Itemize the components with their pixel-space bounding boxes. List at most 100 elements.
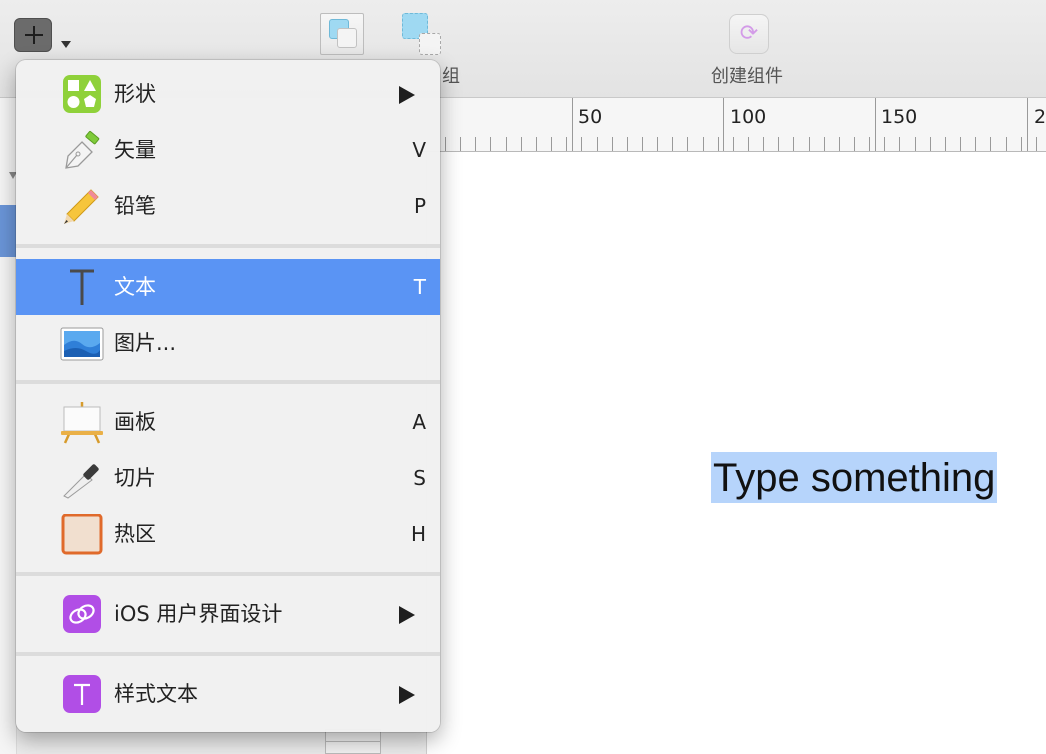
ruler-minor-tick: [597, 137, 598, 151]
ruler-minor-tick: [884, 137, 885, 151]
menu-item-image[interactable]: 图片...: [16, 315, 440, 371]
ruler-minor-tick: [960, 137, 961, 151]
menu-item-ios-ui[interactable]: iOS 用户界面设计: [16, 586, 440, 642]
ungroup-icon[interactable]: [399, 13, 443, 55]
ruler-major-tick: [875, 98, 876, 151]
ruler-minor-tick: [1021, 137, 1022, 151]
menu-separator: [16, 380, 440, 384]
shortcut-key: V: [412, 138, 426, 162]
menu-item-text-styles[interactable]: 样式文本: [16, 666, 440, 722]
ruler-label: 100: [730, 106, 767, 128]
insert-button[interactable]: [14, 18, 52, 52]
menu-item-hotspot[interactable]: 热区 H: [16, 506, 440, 562]
create-component-icon[interactable]: ⟳: [729, 14, 769, 54]
ruler-minor-tick: [778, 137, 779, 151]
shortcut-key: S: [413, 466, 426, 490]
ruler-label: 50: [578, 106, 603, 128]
ruler-minor-tick: [793, 137, 794, 151]
ruler-minor-tick: [748, 137, 749, 151]
ruler-minor-tick: [612, 137, 613, 151]
menu-item-text[interactable]: 文本 T: [16, 259, 440, 315]
ruler-minor-tick: [1006, 137, 1007, 151]
shortcut-key: T: [413, 275, 426, 299]
menu-item-pencil[interactable]: 铅笔 P: [16, 178, 440, 234]
menu-item-label: 样式文本: [114, 682, 198, 706]
ruler-minor-tick: [839, 137, 840, 151]
menu-item-label: 形状: [114, 82, 156, 106]
ruler-minor-tick: [460, 137, 461, 151]
ruler-minor-tick: [506, 137, 507, 151]
pen-icon: [65, 130, 100, 169]
layers-panel: [0, 98, 17, 754]
menu-item-artboard[interactable]: 画板 A: [16, 394, 440, 450]
ruler-minor-tick: [718, 137, 719, 151]
knife-icon: [63, 464, 99, 499]
create-component-label: 创建组件: [711, 66, 783, 87]
ruler-minor-tick: [824, 137, 825, 151]
menu-separator: [16, 244, 440, 248]
ruler-minor-tick: [809, 137, 810, 151]
group-label: 组: [442, 66, 460, 87]
chevron-down-icon[interactable]: [61, 41, 71, 48]
menu-item-label: 文本: [114, 275, 156, 299]
pencil-icon: [64, 189, 99, 224]
ruler-minor-tick: [869, 137, 870, 151]
ruler-minor-tick: [581, 137, 582, 151]
ruler-major-tick: [572, 98, 573, 151]
ruler-minor-tick: [975, 137, 976, 151]
shapes-icon: [63, 75, 101, 113]
ruler-minor-tick: [854, 137, 855, 151]
ruler-minor-tick: [536, 137, 537, 151]
ruler-major-tick: [723, 98, 724, 151]
horizontal-ruler: 50 100 150 2: [420, 98, 1046, 152]
selected-text-layer[interactable]: Type something: [711, 452, 998, 503]
ruler-minor-tick: [475, 137, 476, 151]
symbol-link-icon: [63, 595, 101, 633]
panel-fragment: [325, 729, 381, 754]
ruler-minor-tick: [566, 137, 567, 151]
ruler-label: 150: [881, 106, 918, 128]
ruler-minor-tick: [703, 137, 704, 151]
ruler-minor-tick: [763, 137, 764, 151]
insert-menu: 形状 矢量 V 铅笔 P 文本 T 图片... 画板 A 切片 S 热区 H i…: [16, 60, 440, 732]
ruler-minor-tick: [990, 137, 991, 151]
ruler-minor-tick: [490, 137, 491, 151]
text-cursor-icon: [70, 269, 94, 305]
submenu-arrow-icon: [399, 686, 415, 704]
menu-separator: [16, 652, 440, 656]
menu-item-shape[interactable]: 形状: [16, 66, 440, 122]
shortcut-key: P: [413, 194, 426, 218]
menu-item-label: 切片: [114, 466, 156, 490]
menu-item-label: 热区: [114, 522, 156, 546]
menu-item-vector[interactable]: 矢量 V: [16, 122, 440, 178]
ruler-minor-tick: [657, 137, 658, 151]
hotspot-icon: [61, 514, 103, 555]
menu-item-label: iOS 用户界面设计: [114, 602, 283, 626]
shortcut-key: H: [410, 522, 426, 546]
ruler-minor-tick: [687, 137, 688, 151]
menu-item-label: 矢量: [114, 138, 156, 162]
ruler-minor-tick: [672, 137, 673, 151]
image-icon: [60, 327, 104, 361]
selected-layer-row[interactable]: [0, 205, 16, 257]
ruler-minor-tick: [945, 137, 946, 151]
ruler-minor-tick: [899, 137, 900, 151]
ruler-minor-tick: [930, 137, 931, 151]
menu-separator: [16, 572, 440, 576]
easel-icon: [61, 402, 103, 444]
menu-item-label: 图片...: [114, 331, 177, 355]
menu-item-label: 画板: [114, 410, 156, 434]
ruler-minor-tick: [1036, 137, 1037, 151]
ruler-minor-tick: [551, 137, 552, 151]
submenu-arrow-icon: [399, 606, 415, 624]
menu-item-slice[interactable]: 切片 S: [16, 450, 440, 506]
ruler-minor-tick: [521, 137, 522, 151]
shortcut-key: A: [412, 410, 426, 434]
ruler-minor-tick: [445, 137, 446, 151]
ruler-major-tick: [1027, 98, 1028, 151]
ruler-label: 2: [1034, 106, 1046, 128]
ruler-minor-tick: [642, 137, 643, 151]
ruler-minor-tick: [733, 137, 734, 151]
text-style-icon: [63, 675, 101, 713]
group-icon[interactable]: [320, 13, 364, 55]
